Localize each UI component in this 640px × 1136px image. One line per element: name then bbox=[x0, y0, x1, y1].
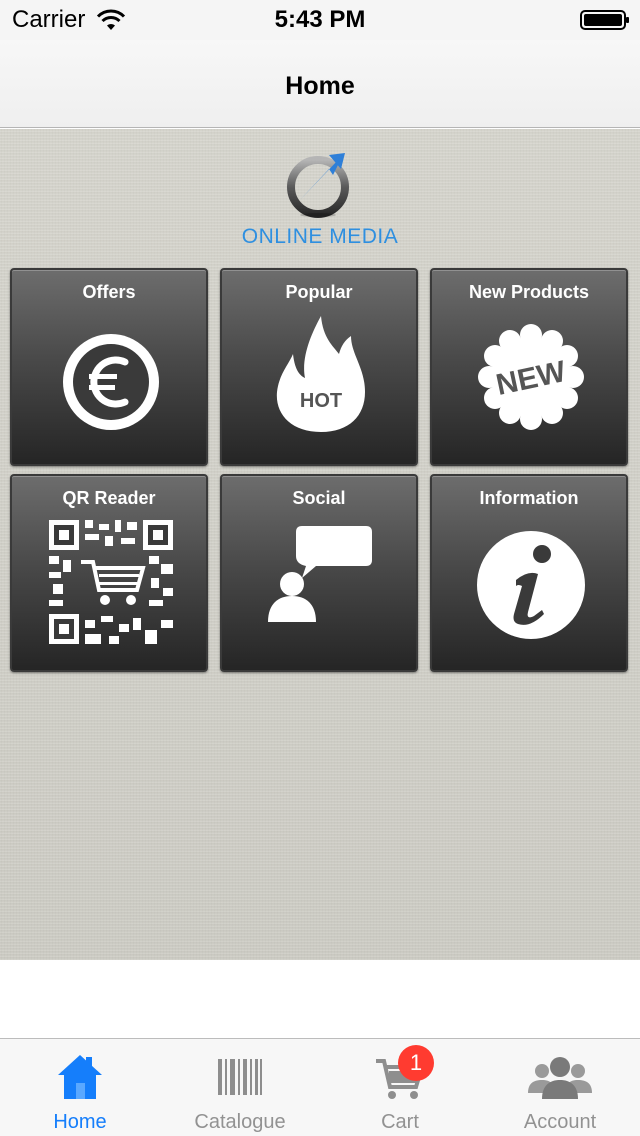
content-footer-space bbox=[0, 960, 640, 1038]
tab-label: Cart bbox=[381, 1111, 419, 1133]
tile-label: New Products bbox=[468, 282, 590, 302]
status-bar: Carrier 5:43 PM bbox=[0, 0, 640, 40]
euro-coin-icon bbox=[63, 334, 159, 430]
tab-catalogue[interactable]: Catalogue bbox=[160, 1039, 320, 1136]
popular-tile[interactable]: Popular HOT bbox=[220, 268, 418, 466]
qr-reader-tile[interactable]: QR Reader bbox=[10, 474, 208, 672]
status-time: 5:43 PM bbox=[274, 6, 366, 33]
tab-account[interactable]: Account bbox=[480, 1039, 640, 1136]
home-content: ONLINE MEDIA Offers Popular HOT New Prod… bbox=[0, 129, 640, 960]
hot-icon-text: HOT bbox=[299, 390, 343, 412]
tile-label: Information bbox=[479, 488, 579, 508]
brand-logo-icon bbox=[287, 153, 349, 218]
navigation-bar: Home bbox=[0, 40, 640, 128]
brand-name: ONLINE MEDIA bbox=[241, 225, 399, 248]
tab-label: Account bbox=[523, 1111, 597, 1133]
page-title: Home bbox=[285, 72, 355, 100]
tab-label: Catalogue bbox=[194, 1111, 286, 1133]
tab-label: Home bbox=[53, 1111, 107, 1133]
social-tile[interactable]: Social bbox=[220, 474, 418, 672]
tile-label: QR Reader bbox=[62, 488, 156, 508]
cart-badge: 1 bbox=[398, 1045, 434, 1081]
tab-bar: Home Catalogue 1 Cart Account bbox=[0, 1038, 640, 1136]
tile-label: Popular bbox=[285, 282, 353, 302]
tab-cart[interactable]: 1 Cart bbox=[320, 1039, 480, 1136]
offers-tile[interactable]: Offers bbox=[10, 268, 208, 466]
barcode-icon bbox=[218, 1059, 262, 1095]
flame-hot-icon bbox=[276, 316, 365, 432]
information-tile[interactable]: Information bbox=[430, 474, 628, 672]
home-icon bbox=[58, 1055, 102, 1099]
tile-label: Offers bbox=[82, 282, 136, 302]
battery-icon bbox=[580, 10, 629, 30]
new-products-tile[interactable]: New Products NEW bbox=[430, 268, 628, 466]
info-icon bbox=[477, 531, 585, 639]
chat-person-icon bbox=[268, 526, 372, 622]
users-icon bbox=[528, 1057, 592, 1099]
tile-label: Social bbox=[292, 488, 346, 508]
tab-home[interactable]: Home bbox=[0, 1039, 160, 1136]
qr-code-icon bbox=[49, 520, 173, 644]
